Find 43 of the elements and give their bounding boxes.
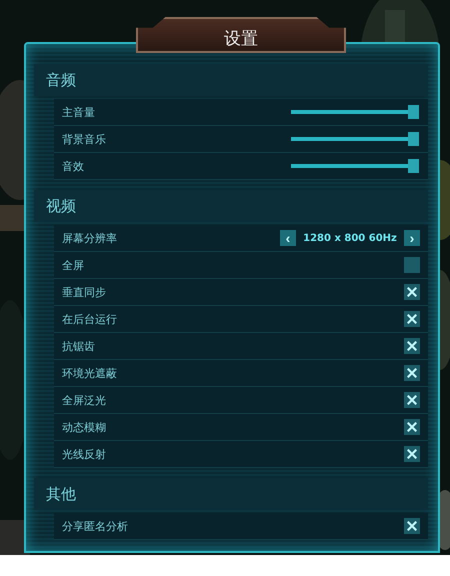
cross-icon xyxy=(407,395,417,405)
setting-label: 全屏泛光 xyxy=(62,392,106,408)
cross-icon xyxy=(407,341,417,351)
checkbox[interactable] xyxy=(404,284,420,300)
section-title: 其他 xyxy=(46,484,76,504)
cross-icon xyxy=(407,287,417,297)
window-title: 设置 xyxy=(224,28,258,50)
slider-thumb[interactable] xyxy=(408,105,419,119)
setting-label: 分享匿名分析 xyxy=(62,518,128,534)
checkbox[interactable] xyxy=(404,257,420,273)
setting-label: 全屏 xyxy=(62,258,84,272)
slider-thumb[interactable] xyxy=(408,132,419,146)
setting-label: 背景音乐 xyxy=(62,132,106,146)
volume-slider[interactable] xyxy=(291,132,419,146)
cross-icon xyxy=(407,368,417,378)
setting-label: 光线反射 xyxy=(62,446,106,462)
previous-button[interactable]: ‹ xyxy=(280,230,296,246)
setting-label: 在后台运行 xyxy=(62,312,117,326)
checkbox[interactable] xyxy=(404,392,420,408)
resolution-value: 1280 x 800 60Hz xyxy=(302,232,398,244)
setting-label: 垂直同步 xyxy=(62,284,106,300)
setting-label: 动态模糊 xyxy=(62,420,106,434)
checkbox[interactable] xyxy=(404,518,420,534)
cross-icon xyxy=(407,449,417,459)
next-button[interactable]: › xyxy=(404,230,420,246)
section-title: 音频 xyxy=(46,70,76,90)
checkbox[interactable] xyxy=(404,311,420,327)
checkbox[interactable] xyxy=(404,446,420,462)
setting-label: 抗锯齿 xyxy=(62,338,95,354)
volume-slider[interactable] xyxy=(291,105,419,119)
section-title: 视频 xyxy=(46,196,76,216)
setting-label: 主音量 xyxy=(62,104,95,120)
checkbox[interactable] xyxy=(404,419,420,435)
checkbox[interactable] xyxy=(404,365,420,381)
setting-label: 音效 xyxy=(62,158,84,174)
slider-thumb[interactable] xyxy=(408,159,419,173)
cross-icon xyxy=(407,314,417,324)
setting-label: 屏幕分辨率 xyxy=(62,230,117,246)
cross-icon xyxy=(407,422,417,432)
checkbox[interactable] xyxy=(404,338,420,354)
volume-slider[interactable] xyxy=(291,159,419,173)
cross-icon xyxy=(407,521,417,531)
setting-label: 环境光遮蔽 xyxy=(62,366,117,380)
